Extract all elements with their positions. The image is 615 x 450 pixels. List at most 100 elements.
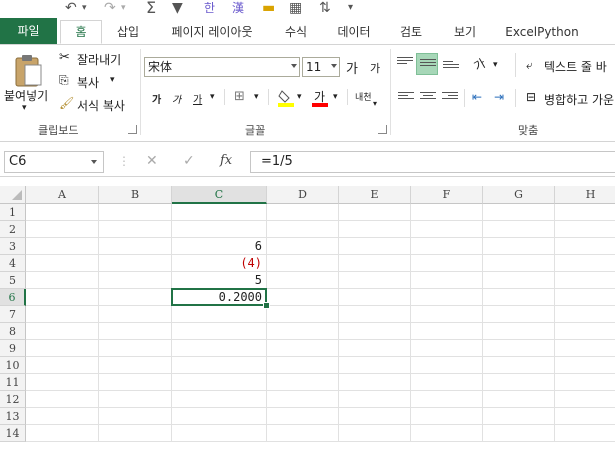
cell-f1[interactable] bbox=[411, 204, 483, 221]
phonetic-dropdown-icon[interactable]: ▾ bbox=[373, 99, 377, 108]
cell-h5[interactable] bbox=[555, 272, 615, 289]
row-header-9[interactable]: 9 bbox=[0, 340, 26, 357]
cell-b12[interactable] bbox=[99, 391, 172, 408]
font-color-dropdown-icon[interactable]: ▾ bbox=[333, 92, 338, 102]
cell-a7[interactable] bbox=[26, 306, 99, 323]
cell-g1[interactable] bbox=[483, 204, 555, 221]
cell-a3[interactable] bbox=[26, 238, 99, 255]
row-header-2[interactable]: 2 bbox=[0, 221, 26, 238]
cell-g10[interactable] bbox=[483, 357, 555, 374]
cell-h2[interactable] bbox=[555, 221, 615, 238]
row-header-5[interactable]: 5 bbox=[0, 272, 26, 289]
cut-icon[interactable]: ✂ bbox=[59, 50, 70, 65]
cell-b1[interactable] bbox=[99, 204, 172, 221]
row-header-3[interactable]: 3 bbox=[0, 238, 26, 255]
cell-h4[interactable] bbox=[555, 255, 615, 272]
fill-handle[interactable] bbox=[263, 302, 270, 309]
tab-formulas[interactable]: 수식 bbox=[278, 22, 314, 42]
cell-a10[interactable] bbox=[26, 357, 99, 374]
fill-color-icon[interactable] bbox=[278, 89, 294, 107]
tab-file[interactable]: 파일 bbox=[0, 18, 57, 44]
column-header-h[interactable]: H bbox=[555, 186, 615, 204]
cell-d12[interactable] bbox=[267, 391, 339, 408]
cell-h8[interactable] bbox=[555, 323, 615, 340]
cell-e1[interactable] bbox=[339, 204, 411, 221]
cell-c3[interactable]: 6 bbox=[172, 238, 267, 255]
cell-d4[interactable] bbox=[267, 255, 339, 272]
cell-e4[interactable] bbox=[339, 255, 411, 272]
cell-c11[interactable] bbox=[172, 374, 267, 391]
sort-icon[interactable]: ⇅ bbox=[319, 0, 331, 16]
row-header-14[interactable]: 14 bbox=[0, 425, 26, 442]
border-icon[interactable]: ⊞ bbox=[234, 89, 245, 104]
grow-font-button[interactable]: 가 bbox=[346, 58, 358, 77]
tab-insert[interactable]: 삽입 bbox=[110, 22, 146, 42]
cell-a12[interactable] bbox=[26, 391, 99, 408]
cell-d2[interactable] bbox=[267, 221, 339, 238]
cell-c14[interactable] bbox=[172, 425, 267, 442]
cell-b3[interactable] bbox=[99, 238, 172, 255]
align-top-icon[interactable] bbox=[397, 57, 413, 69]
cell-g3[interactable] bbox=[483, 238, 555, 255]
column-header-c[interactable]: C bbox=[172, 186, 267, 204]
cell-b4[interactable] bbox=[99, 255, 172, 272]
cell-h1[interactable] bbox=[555, 204, 615, 221]
tab-data[interactable]: 데이터 bbox=[330, 22, 378, 42]
cell-g12[interactable] bbox=[483, 391, 555, 408]
cell-a2[interactable] bbox=[26, 221, 99, 238]
clipboard-launcher-icon[interactable] bbox=[128, 125, 137, 134]
cell-c9[interactable] bbox=[172, 340, 267, 357]
bold-button[interactable]: 가 bbox=[152, 91, 161, 106]
cell-a9[interactable] bbox=[26, 340, 99, 357]
formula-input[interactable]: =1/5 bbox=[250, 151, 615, 173]
cell-b5[interactable] bbox=[99, 272, 172, 289]
cell-d1[interactable] bbox=[267, 204, 339, 221]
cell-h12[interactable] bbox=[555, 391, 615, 408]
underline-button[interactable]: 가 bbox=[193, 91, 202, 106]
tab-review[interactable]: 검토 bbox=[393, 22, 429, 42]
paste-button[interactable]: 붙여넣기 bbox=[4, 87, 48, 104]
cell-h10[interactable] bbox=[555, 357, 615, 374]
increase-indent-icon[interactable]: ⇥ bbox=[494, 90, 504, 104]
cell-e9[interactable] bbox=[339, 340, 411, 357]
cell-c4[interactable]: (4) bbox=[172, 255, 267, 272]
cell-e10[interactable] bbox=[339, 357, 411, 374]
cell-h3[interactable] bbox=[555, 238, 615, 255]
cell-e2[interactable] bbox=[339, 221, 411, 238]
row-header-8[interactable]: 8 bbox=[0, 323, 26, 340]
font-name-combo[interactable]: 宋体 bbox=[144, 57, 300, 77]
column-header-d[interactable]: D bbox=[267, 186, 339, 204]
cell-f4[interactable] bbox=[411, 255, 483, 272]
cell-f5[interactable] bbox=[411, 272, 483, 289]
cell-d3[interactable] bbox=[267, 238, 339, 255]
cell-c10[interactable] bbox=[172, 357, 267, 374]
cell-d9[interactable] bbox=[267, 340, 339, 357]
cancel-icon[interactable]: ✕ bbox=[146, 153, 158, 169]
cell-f7[interactable] bbox=[411, 306, 483, 323]
cell-b13[interactable] bbox=[99, 408, 172, 425]
name-box[interactable]: C6 bbox=[4, 151, 104, 173]
cell-f9[interactable] bbox=[411, 340, 483, 357]
cell-g4[interactable] bbox=[483, 255, 555, 272]
cell-g6[interactable] bbox=[483, 289, 555, 306]
copy-dropdown-icon[interactable]: ▾ bbox=[110, 75, 115, 85]
filter-icon[interactable]: ▼ bbox=[172, 0, 183, 16]
cell-f13[interactable] bbox=[411, 408, 483, 425]
cell-e3[interactable] bbox=[339, 238, 411, 255]
phonetic-guide-button[interactable]: 내천 bbox=[355, 90, 372, 103]
cell-a13[interactable] bbox=[26, 408, 99, 425]
font-size-combo[interactable]: 11 bbox=[302, 57, 340, 77]
cell-b6[interactable] bbox=[99, 289, 172, 306]
cell-f11[interactable] bbox=[411, 374, 483, 391]
format-painter-button[interactable]: 서식 복사 bbox=[77, 97, 125, 114]
cell-h14[interactable] bbox=[555, 425, 615, 442]
cell-d6[interactable] bbox=[267, 289, 339, 306]
cell-f10[interactable] bbox=[411, 357, 483, 374]
cell-d7[interactable] bbox=[267, 306, 339, 323]
cell-e13[interactable] bbox=[339, 408, 411, 425]
cell-b10[interactable] bbox=[99, 357, 172, 374]
cell-b11[interactable] bbox=[99, 374, 172, 391]
worksheet-grid[interactable]: ABCDEFGH 1 2 3 4 5 6 7 8 9 10 11 12 13 14 6 (4) 5 0.2000 bbox=[0, 186, 615, 450]
font-color-button[interactable]: 가 bbox=[312, 88, 328, 107]
cell-e7[interactable] bbox=[339, 306, 411, 323]
